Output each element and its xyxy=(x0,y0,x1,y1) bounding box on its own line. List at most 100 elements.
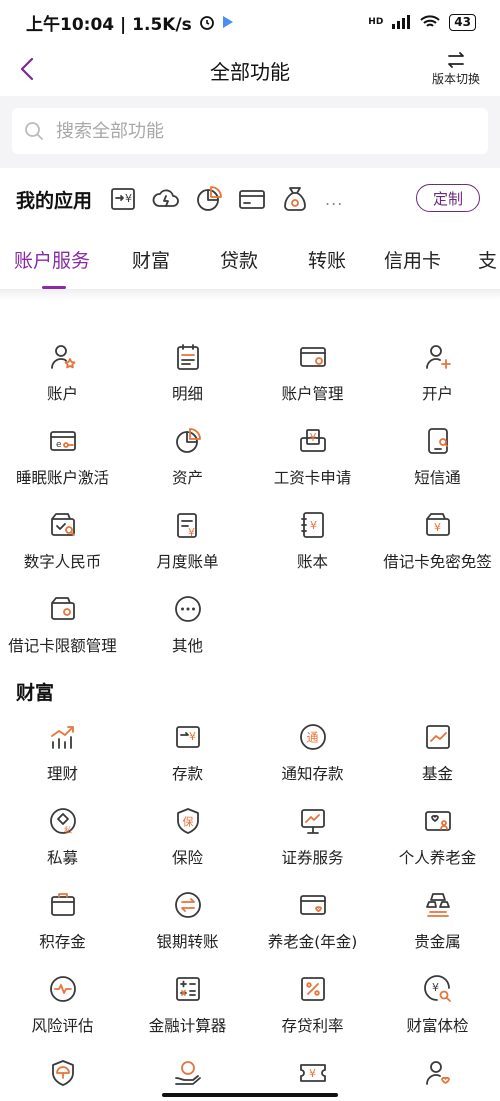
svg-text:通: 通 xyxy=(306,731,318,745)
switch-icon xyxy=(448,52,464,68)
grid-item-umbrella-shield[interactable] xyxy=(0,1058,125,1101)
search-box[interactable] xyxy=(12,108,488,154)
tab-active-indicator xyxy=(42,285,66,289)
grid-item-other[interactable]: 其他 xyxy=(125,594,250,674)
swap-circle-icon xyxy=(174,892,201,918)
ticket-yuan-icon: ¥ xyxy=(299,1064,326,1082)
svg-text:¥: ¥ xyxy=(434,521,441,534)
grid-item-dormant-activation[interactable]: e 睡眠账户激活 xyxy=(0,426,125,506)
grid-item-debit-no-pin[interactable]: ¥ 借记卡免密免签 xyxy=(375,510,500,590)
grid-item-account-management[interactable]: 账户管理 xyxy=(250,342,375,422)
grid-item-deposit[interactable]: ¥ 存款 xyxy=(125,722,250,802)
category-tabs: 账户服务 财富 贷款 转账 信用卡 支 xyxy=(0,230,500,290)
grid-item-securities[interactable]: 证券服务 xyxy=(250,806,375,886)
insurance-shield-icon: 保 xyxy=(176,808,199,834)
grid-item-annuity[interactable]: 养老金(年金) xyxy=(250,890,375,970)
grid-item-digital-rmb[interactable]: 数字人民币 xyxy=(0,510,125,590)
grid-item-wealth-checkup[interactable]: ¥ 财富体检 xyxy=(375,974,500,1054)
header: 全部功能 版本切换 xyxy=(0,44,500,96)
section-title-wealth: 财富 xyxy=(16,682,55,704)
my-apps-label: 我的应用 xyxy=(16,189,93,212)
umbrella-shield-icon xyxy=(51,1060,74,1086)
deposit-icon: ¥ xyxy=(175,726,200,748)
hand-coin-icon xyxy=(174,1061,201,1085)
search-input[interactable] xyxy=(56,120,436,142)
svg-text:¥: ¥ xyxy=(125,192,132,205)
tab-transfer[interactable]: 转账 xyxy=(294,230,374,289)
version-switch-button[interactable]: 版本切换 xyxy=(432,50,480,87)
grid-item-details[interactable]: 明细 xyxy=(125,342,250,422)
growth-bars-icon xyxy=(50,726,74,749)
grid-item-debit-limit[interactable]: 借记卡限额管理 xyxy=(0,594,125,674)
tab-credit-card[interactable]: 信用卡 xyxy=(374,230,472,289)
tab-wealth[interactable]: 财富 xyxy=(118,230,206,289)
grid-item-fund[interactable]: 基金 xyxy=(375,722,500,802)
ledger-icon: ¥ xyxy=(300,512,324,538)
home-indicator[interactable] xyxy=(162,1093,338,1097)
pension-card-icon xyxy=(424,811,451,831)
private-diamond-icon: 私 xyxy=(49,808,76,835)
version-switch-label: 版本切换 xyxy=(431,72,480,86)
grid-item-private-fund[interactable]: 私 私募 xyxy=(0,806,125,886)
grid-item-interest-rates[interactable]: 存贷利率 xyxy=(250,974,375,1054)
grid-item-calculator[interactable]: 金融计算器 xyxy=(125,974,250,1054)
svg-text:¥: ¥ xyxy=(432,981,439,994)
signal-icon xyxy=(392,15,411,29)
grid-item-user-heart[interactable] xyxy=(375,1058,500,1101)
gold-box-icon xyxy=(50,893,75,916)
grid-item-gold-accumulation[interactable]: 积存金 xyxy=(0,890,125,970)
transfer-yuan-icon[interactable]: ¥ xyxy=(108,184,138,214)
grid-item-open-account[interactable]: 开户 xyxy=(375,342,500,422)
svg-text:¥: ¥ xyxy=(309,1067,316,1080)
card-icon[interactable] xyxy=(237,184,267,214)
grid-item-monthly-bill[interactable]: ¥ 月度账单 xyxy=(125,510,250,590)
back-arrow-icon[interactable] xyxy=(14,54,44,84)
phone-message-icon xyxy=(427,428,448,454)
grid-item-insurance[interactable]: 保 保险 xyxy=(125,806,250,886)
search-icon xyxy=(25,122,43,140)
grid-item-ledger[interactable]: ¥ 账本 xyxy=(250,510,375,590)
tab-account-services[interactable]: 账户服务 xyxy=(14,230,118,289)
grid-item-salary-card[interactable]: ¥ 工资卡申请 xyxy=(250,426,375,506)
card-settings-icon xyxy=(299,347,326,367)
digital-wallet-icon xyxy=(50,513,75,536)
customize-button[interactable]: 定制 xyxy=(416,184,480,212)
risk-pulse-icon xyxy=(49,976,76,1002)
network-label: HD xyxy=(368,17,384,27)
grid-item-sms-service[interactable]: 短信通 xyxy=(375,426,500,506)
money-bag-icon[interactable] xyxy=(280,184,310,214)
battery-icon: 43 xyxy=(449,13,476,31)
grid-item-personal-pension[interactable]: 个人养老金 xyxy=(375,806,500,886)
card-key-icon: e xyxy=(49,431,76,451)
more-circle-icon xyxy=(174,596,201,622)
pie-chart-icon[interactable] xyxy=(194,184,224,214)
status-time: 上午10:04 | 1.5K/s xyxy=(26,14,192,35)
tab-more-partial[interactable]: 支 xyxy=(472,230,497,289)
grid-item-account[interactable]: 账户 xyxy=(0,342,125,422)
rate-percent-icon xyxy=(300,977,325,1001)
search-area xyxy=(0,96,500,168)
alarm-icon xyxy=(199,16,214,30)
calculator-icon xyxy=(175,977,200,1001)
tab-loans[interactable]: 贷款 xyxy=(206,230,294,289)
grid-item-bank-futures-transfer[interactable]: 银期转账 xyxy=(125,890,250,970)
svg-text:保: 保 xyxy=(182,815,193,829)
user-heart-icon xyxy=(425,1061,450,1085)
my-apps-bar: 我的应用 ¥ ... 定制 xyxy=(0,168,500,230)
list-doc-icon xyxy=(176,344,199,370)
grid-item-wealth-management[interactable]: 理财 xyxy=(0,722,125,802)
grid-item-assets[interactable]: 资产 xyxy=(125,426,250,506)
securities-monitor-icon xyxy=(300,809,325,834)
cloud-lightning-icon[interactable] xyxy=(151,184,181,214)
svg-text:¥: ¥ xyxy=(188,526,195,539)
more-dots[interactable]: ... xyxy=(325,190,343,209)
grid-item-risk-assessment[interactable]: 风险评估 xyxy=(0,974,125,1054)
grid-item-notice-deposit[interactable]: 通 通知存款 xyxy=(250,722,375,802)
gold-bars-icon xyxy=(425,893,450,917)
notice-deposit-icon: 通 xyxy=(299,724,326,750)
annuity-card-icon xyxy=(299,895,326,915)
user-plus-icon xyxy=(425,345,451,369)
grid-item-precious-metals[interactable]: 贵金属 xyxy=(375,890,500,970)
svg-text:¥: ¥ xyxy=(310,519,317,532)
svg-text:¥: ¥ xyxy=(309,431,316,444)
